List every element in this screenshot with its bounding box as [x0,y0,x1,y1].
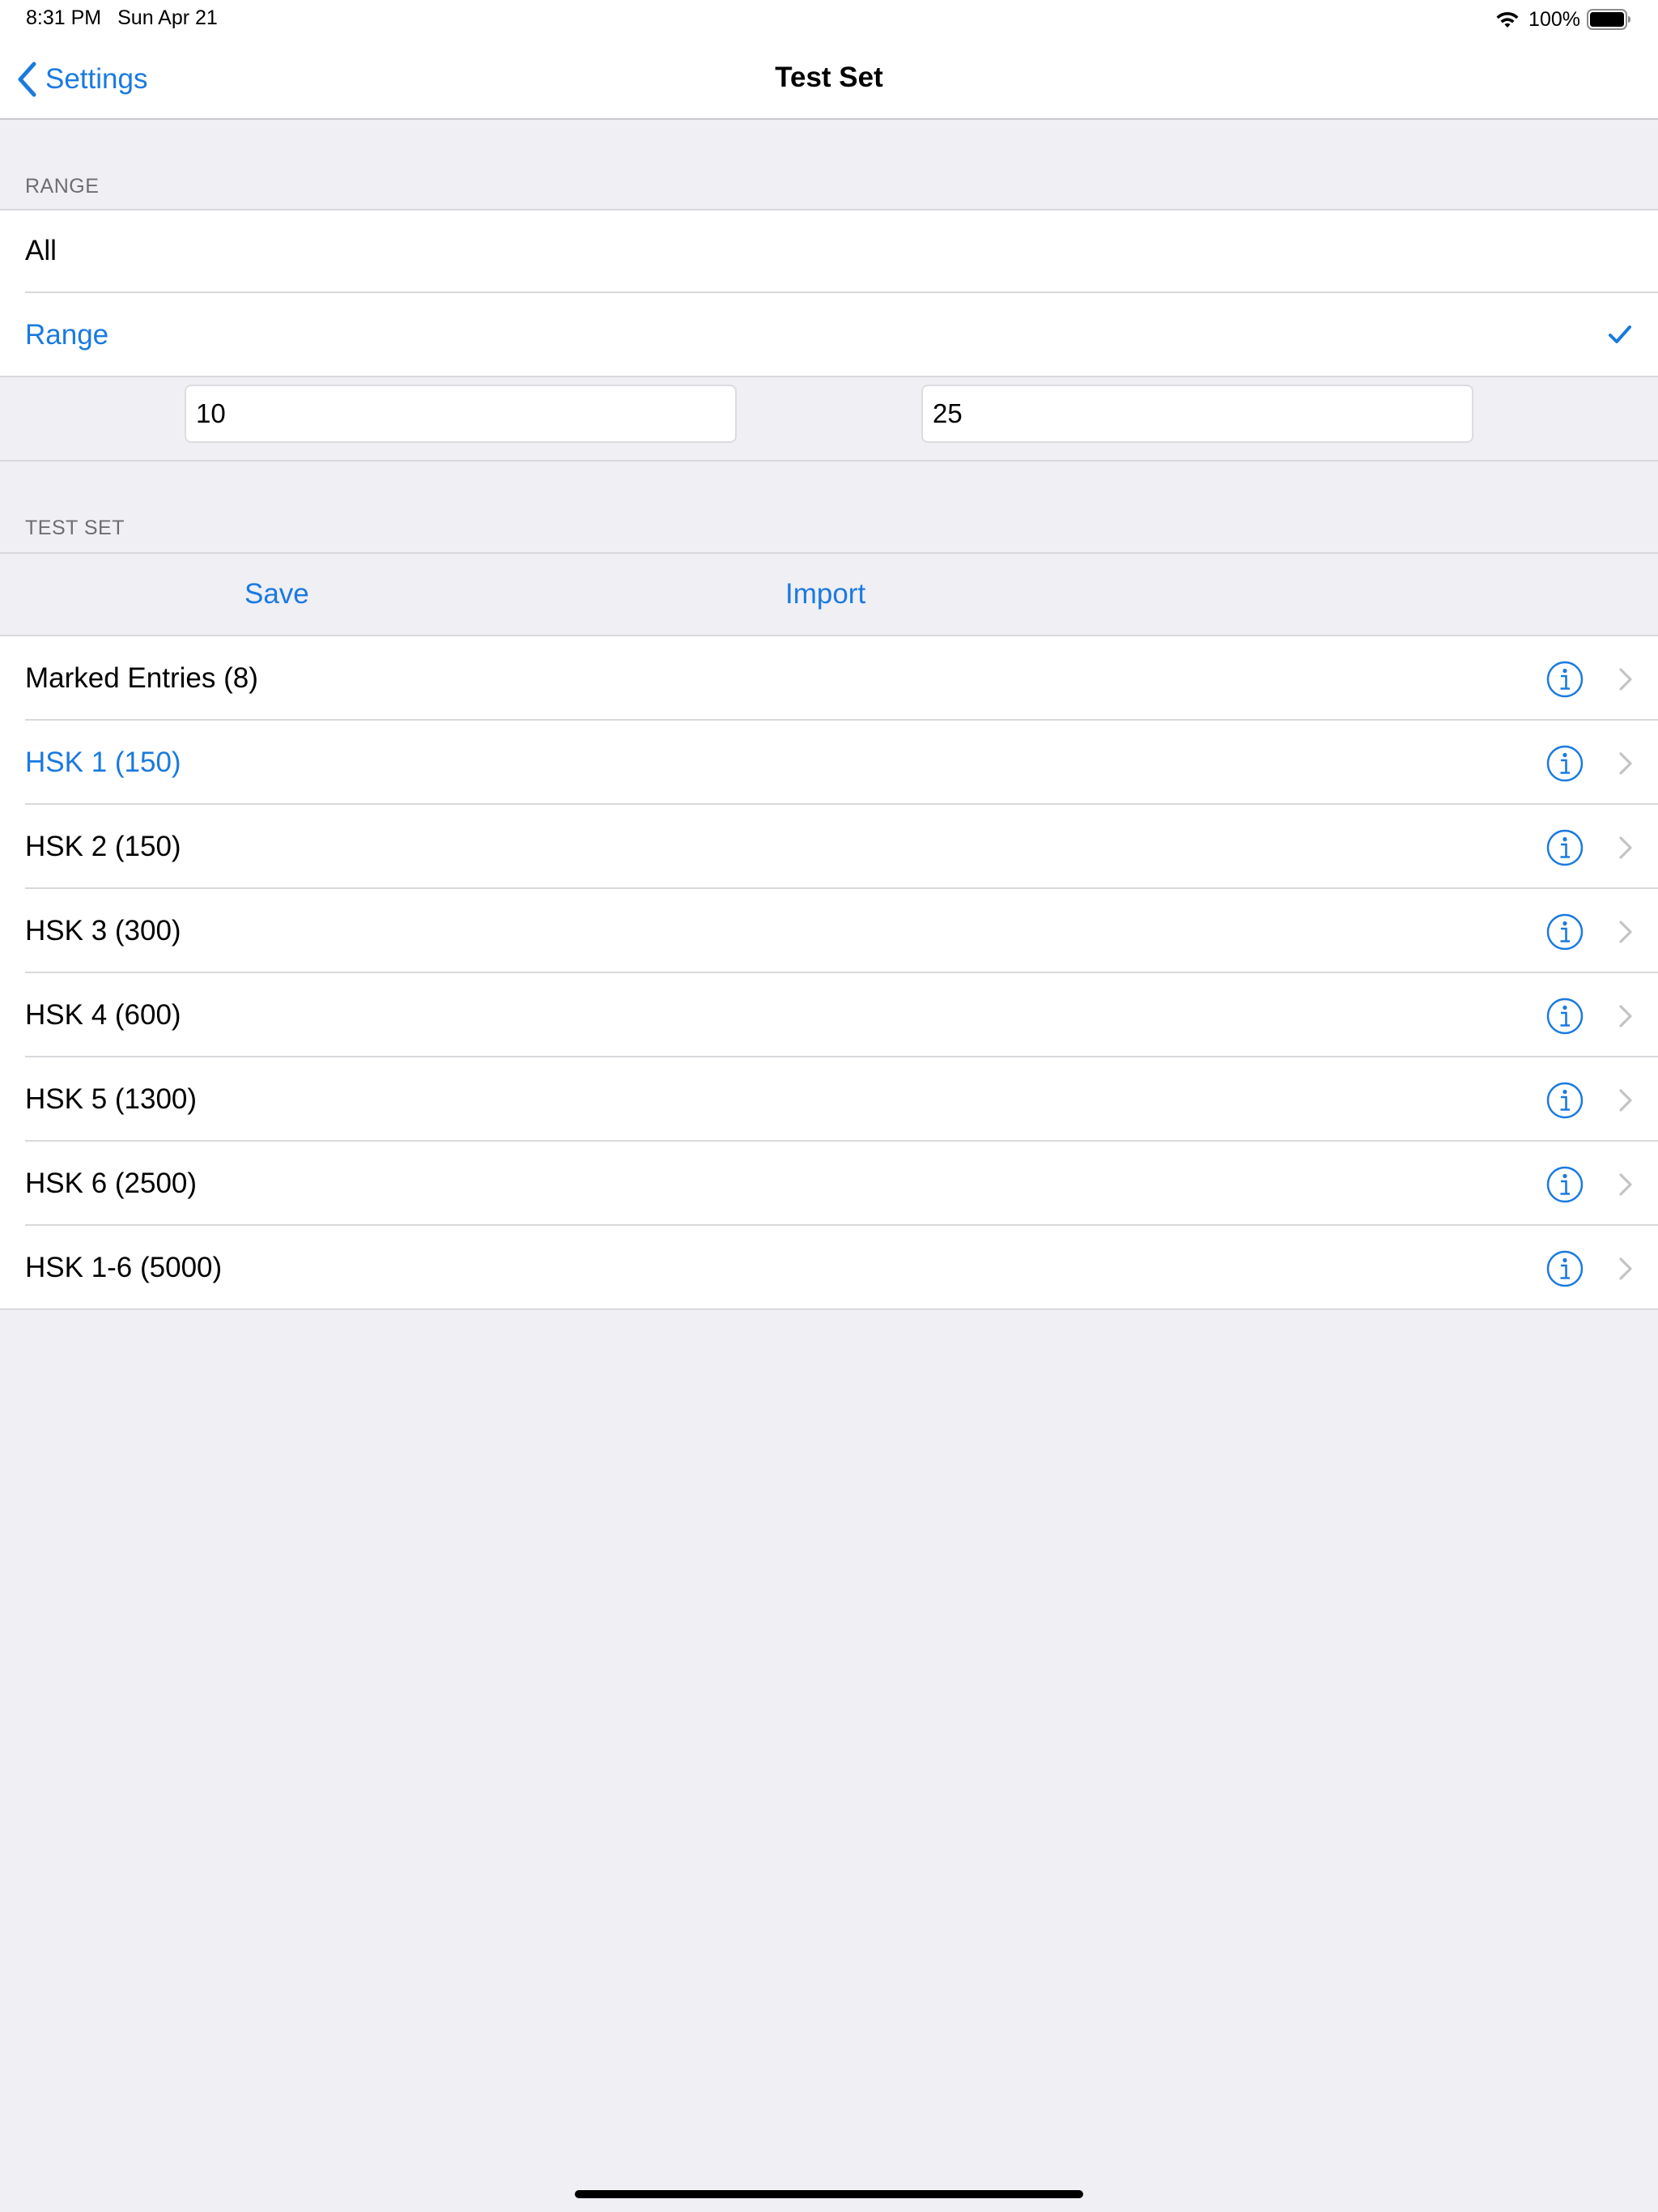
test-set-item-label: HSK 6 (2500) [25,1168,198,1199]
section-top-border [0,209,1658,211]
chevron-right-icon [1619,668,1632,691]
info-icon[interactable] [1546,998,1584,1035]
range-to-field[interactable] [921,385,1473,443]
info-icon[interactable] [1546,661,1584,698]
test-set-item-hsk-5[interactable]: HSK 5 (1300) [0,1057,1658,1142]
info-icon[interactable] [1546,913,1584,951]
row-separator [0,1308,1658,1310]
test-set-item-hsk-1-6[interactable]: HSK 1-6 (5000) [0,1226,1658,1310]
chevron-right-icon [1619,1005,1632,1027]
test-set-item-hsk-6[interactable]: HSK 6 (2500) [0,1142,1658,1226]
range-option-label: All [25,235,57,266]
navigation-bar: Settings Test Set [0,39,1658,120]
test-set-item-label: HSK 5 (1300) [25,1083,198,1115]
info-icon[interactable] [1546,1250,1584,1287]
wifi-icon [1496,11,1519,28]
range-inputs-row [0,377,1658,462]
status-time-date: 8:31 PM Sun Apr 21 [26,6,218,30]
test-set-item-marked-entries[interactable]: Marked Entries (8) [0,636,1658,721]
status-date: Sun Apr 21 [117,6,218,29]
info-icon[interactable] [1546,1082,1584,1119]
battery-icon [1587,9,1630,30]
test-set-item-hsk-2[interactable]: HSK 2 (150) [0,805,1658,889]
test-set-item-hsk-4[interactable]: HSK 4 (600) [0,973,1658,1057]
status-bar: 8:31 PM Sun Apr 21 100% [0,0,1658,39]
range-from-field[interactable] [185,385,737,443]
chevron-right-icon [1619,921,1632,943]
test-set-item-label: HSK 4 (600) [25,999,181,1031]
status-time: 8:31 PM [26,6,102,29]
section-header-range: RANGE [25,175,100,198]
status-indicators: 100% [1494,6,1632,32]
section-header-test-set: TEST SET [25,517,125,539]
battery-percent: 100% [1528,7,1580,31]
info-icon[interactable] [1546,745,1584,782]
info-icon[interactable] [1546,829,1584,866]
range-option-range[interactable]: Range [0,293,1658,377]
test-set-item-hsk-1[interactable]: HSK 1 (150) [0,721,1658,805]
home-indicator[interactable] [575,2190,1083,2198]
info-icon[interactable] [1546,1166,1584,1203]
test-set-item-label: HSK 1 (150) [25,747,181,778]
chevron-right-icon [1619,1173,1632,1196]
chevron-right-icon [1619,836,1632,859]
test-set-item-label: Marked Entries (8) [25,662,258,694]
chevron-right-icon [1619,1089,1632,1112]
test-set-actions: Save Import [0,552,1658,636]
chevron-right-icon [1619,1257,1632,1280]
range-option-label: Range [25,319,109,351]
range-option-all[interactable]: All [0,209,1658,293]
import-button[interactable]: Import [785,554,865,635]
test-set-item-label: HSK 3 (300) [25,915,181,946]
checkmark-icon [1609,325,1631,343]
test-set-item-label: HSK 1-6 (5000) [25,1252,223,1283]
save-button[interactable]: Save [244,554,309,635]
test-set-item-hsk-3[interactable]: HSK 3 (300) [0,889,1658,973]
page-title: Test Set [775,62,883,93]
test-set-item-label: HSK 2 (150) [25,831,181,862]
chevron-right-icon [1619,752,1632,775]
